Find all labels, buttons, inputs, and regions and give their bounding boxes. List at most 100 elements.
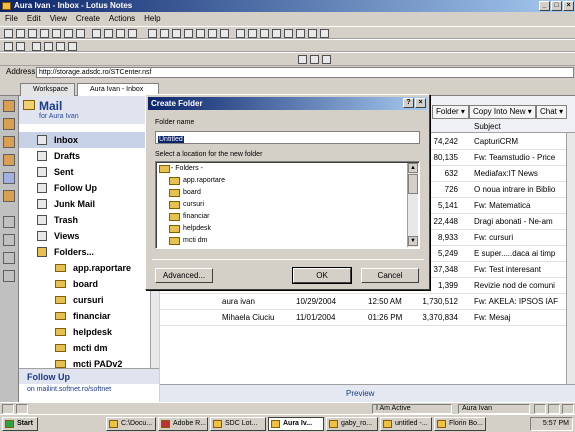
toolbar-icon[interactable] <box>4 29 13 38</box>
toolbar-icon[interactable] <box>172 29 181 38</box>
scroll-down-icon[interactable]: ▼ <box>408 236 418 246</box>
address-input[interactable]: http://storage.adsdc.ro/STCenter.nsf <box>36 67 574 78</box>
toolbar-icon[interactable] <box>308 29 317 38</box>
toolbar-icon[interactable] <box>208 29 217 38</box>
taskbar-item[interactable]: Florin Bo... <box>434 417 486 431</box>
toolbar-icon[interactable] <box>320 29 329 38</box>
folder-button[interactable]: Folder ▾ <box>432 105 469 119</box>
toolbar-icon[interactable] <box>184 29 193 38</box>
toolbar-icon[interactable] <box>64 29 73 38</box>
toolbar-icon[interactable] <box>160 29 169 38</box>
toolbar-icon[interactable] <box>272 29 281 38</box>
taskbar-item[interactable]: gaby_ro... <box>326 417 378 431</box>
table-row[interactable]: Mihaela Ciuciu 11/01/2004 01:26 PM 3,370,83… <box>160 310 566 326</box>
bookmark-icon[interactable] <box>3 172 15 184</box>
active-status[interactable]: I Am Active <box>372 404 452 414</box>
folder-tree[interactable]: - Folders - app.raportare board cursuri … <box>155 161 420 249</box>
tree-root[interactable]: - Folders - <box>158 163 203 175</box>
bookmark-icon[interactable] <box>3 118 15 130</box>
menu-actions[interactable]: Actions <box>109 14 135 23</box>
menu-file[interactable]: File <box>5 14 18 23</box>
toolbar-icon[interactable] <box>148 29 157 38</box>
toolbar-icon[interactable] <box>28 29 37 38</box>
nav-drafts[interactable]: Drafts <box>19 148 151 164</box>
maximize-button[interactable]: □ <box>551 1 562 11</box>
status-icon[interactable] <box>2 404 14 414</box>
subject-column-header[interactable]: Subject <box>474 122 501 131</box>
refresh-icon[interactable] <box>44 42 53 51</box>
nav-junk-mail[interactable]: Junk Mail <box>19 196 151 212</box>
nav-inbox[interactable]: Inbox <box>19 132 151 148</box>
nav-views[interactable]: Views <box>19 228 151 244</box>
menu-help[interactable]: Help <box>144 14 160 23</box>
cancel-button[interactable]: Cancel <box>361 268 419 283</box>
view-scrollbar[interactable] <box>566 133 575 384</box>
folder-item[interactable]: app.raportare <box>19 260 151 276</box>
tree-folder[interactable]: helpdesk <box>168 223 211 235</box>
bookmark-icon[interactable] <box>3 190 15 202</box>
folder-name-input[interactable]: Untitled <box>155 131 420 144</box>
nav-trash[interactable]: Trash <box>19 212 151 228</box>
table-row[interactable]: aura ivan 10/29/2004 12:50 AM 1,730,512 Fw: … <box>160 294 566 310</box>
toolbar-icon[interactable] <box>16 29 25 38</box>
status-icon[interactable] <box>16 404 28 414</box>
status-icon[interactable] <box>562 404 574 414</box>
scroll-up-icon[interactable]: ▲ <box>408 163 418 173</box>
toolbar-icon[interactable] <box>248 29 257 38</box>
status-icon[interactable] <box>548 404 560 414</box>
bookmark-icon[interactable] <box>3 234 15 246</box>
advanced-button[interactable]: Advanced... <box>155 268 213 283</box>
toolbar-icon[interactable] <box>260 29 269 38</box>
menu-view[interactable]: View <box>50 14 67 23</box>
nav-follow-up[interactable]: Follow Up <box>19 180 151 196</box>
copy-into-new-button[interactable]: Copy Into New ▾ <box>469 105 536 119</box>
toolbar-icon[interactable] <box>104 29 113 38</box>
toolbar-icon[interactable] <box>76 29 85 38</box>
toolbar-icon[interactable] <box>116 29 125 38</box>
toolbar-icon[interactable] <box>92 29 101 38</box>
help-button[interactable]: ? <box>403 98 414 108</box>
nav-sent[interactable]: Sent <box>19 164 151 180</box>
tree-folder[interactable]: board <box>168 187 201 199</box>
toolbar-icon[interactable] <box>52 29 61 38</box>
start-button[interactable]: Start <box>2 417 38 431</box>
toolbar-icon[interactable] <box>310 55 319 64</box>
tree-folder[interactable]: app.raportare <box>168 175 225 187</box>
tree-folder[interactable]: cursuri <box>168 199 204 211</box>
tree-scrollbar[interactable]: ▲ ▼ <box>407 163 418 247</box>
tree-folder[interactable]: financiar <box>168 211 209 223</box>
bookmark-icon[interactable] <box>3 154 15 166</box>
back-icon[interactable] <box>4 42 13 51</box>
toolbar-icon[interactable] <box>220 29 229 38</box>
forward-icon[interactable] <box>16 42 25 51</box>
bookmark-icon[interactable] <box>3 216 15 228</box>
dialog-close-button[interactable]: × <box>415 98 426 108</box>
chat-button[interactable]: Chat ▾ <box>536 105 568 119</box>
folder-item[interactable]: mcti dm <box>19 340 151 356</box>
bookmark-icon[interactable] <box>3 100 15 112</box>
ok-button[interactable]: OK <box>292 267 352 284</box>
follow-up-bar[interactable]: Follow Up <box>19 368 159 384</box>
toolbar-icon[interactable] <box>128 29 137 38</box>
taskbar-item[interactable]: Adobe R... <box>158 417 208 431</box>
toolbar-icon[interactable] <box>322 55 331 64</box>
minimize-button[interactable]: _ <box>539 1 550 11</box>
toolbar-icon[interactable] <box>296 29 305 38</box>
stop-icon[interactable] <box>32 42 41 51</box>
folder-item[interactable]: board <box>19 276 151 292</box>
folder-item[interactable]: cursuri <box>19 292 151 308</box>
binoculars-icon[interactable] <box>284 29 293 38</box>
user-status[interactable]: Aura Ivan <box>458 404 530 414</box>
status-icon[interactable] <box>534 404 546 414</box>
scroll-thumb[interactable] <box>408 174 418 194</box>
nav-folders[interactable]: Folders... <box>19 244 151 260</box>
bookmark-icon[interactable] <box>3 136 15 148</box>
toolbar-icon[interactable] <box>236 29 245 38</box>
taskbar-item[interactable]: untitled -... <box>380 417 432 431</box>
bookmark-icon[interactable] <box>3 252 15 264</box>
close-button[interactable]: × <box>563 1 574 11</box>
folder-item[interactable]: financiar <box>19 308 151 324</box>
tree-folder[interactable]: mcti dm <box>168 235 208 247</box>
tab-workspace[interactable]: Workspace <box>20 83 75 96</box>
taskbar-item-active[interactable]: Aura Iv... <box>268 417 324 431</box>
